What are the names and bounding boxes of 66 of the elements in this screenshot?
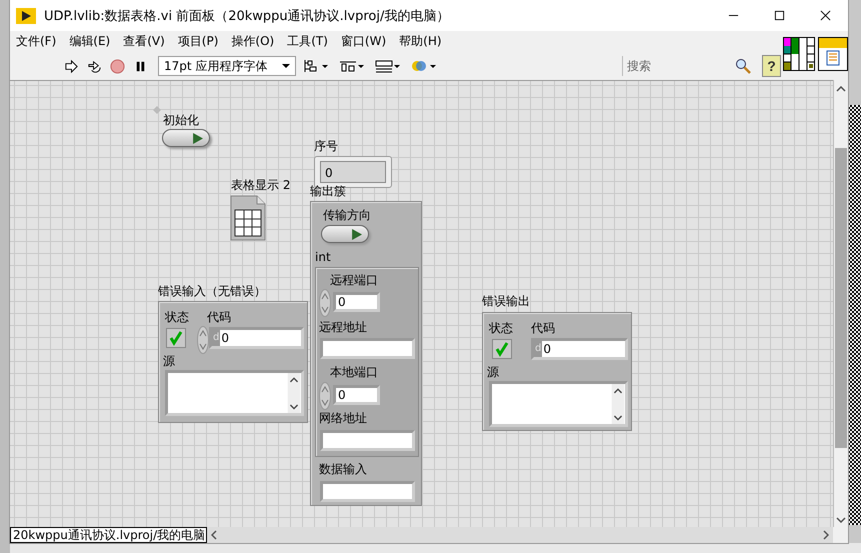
scroll-up-icon[interactable] [836, 86, 846, 92]
menu-item[interactable]: 工具(T) [287, 33, 328, 50]
menu-item[interactable]: 帮助(H) [399, 33, 442, 50]
app-icon [16, 8, 36, 24]
close-icon[interactable] [820, 10, 831, 21]
control-label: 状态 [489, 321, 513, 335]
status-checkbox[interactable] [166, 328, 186, 348]
increment-decrement-icon[interactable] [319, 289, 331, 317]
control-label: 传输方向 [323, 208, 371, 222]
scrollbar-arrows-icon [611, 384, 625, 424]
increment-decrement-icon[interactable] [197, 326, 209, 354]
connector-pane-icon [783, 37, 815, 71]
control-label: 远程端口 [330, 273, 378, 287]
help-button[interactable]: ? [762, 55, 781, 77]
toggle-switch[interactable] [321, 225, 369, 243]
menu-item[interactable]: 项目(P) [178, 33, 218, 50]
control-label: 本地端口 [330, 365, 378, 379]
menu-item[interactable]: 编辑(E) [69, 33, 110, 50]
indicator-label: 表格显示 2 [231, 178, 290, 192]
table-icon [230, 195, 266, 241]
run-continuously-icon[interactable] [87, 58, 102, 74]
indicator-label: 序号 [314, 139, 338, 153]
caret-icon [282, 64, 290, 68]
scroll-right-icon[interactable] [823, 530, 829, 540]
status-checkbox[interactable] [492, 339, 512, 359]
source-text-area[interactable] [165, 370, 304, 416]
search-icon[interactable] [735, 58, 751, 74]
menu-item[interactable]: 文件(F) [16, 33, 56, 50]
string-field[interactable] [320, 481, 415, 502]
scroll-down-icon[interactable] [836, 517, 846, 523]
numeric-field[interactable]: 0 [333, 292, 380, 312]
scrollbar-arrows-icon [287, 373, 301, 413]
control-label: 源 [163, 354, 175, 368]
control-label: 源 [487, 365, 499, 379]
maximize-icon[interactable] [774, 10, 785, 21]
numeric-field[interactable]: d 0 [531, 338, 628, 360]
control-label: 代码 [207, 310, 231, 324]
cluster-label: 错误输出 [482, 294, 530, 308]
control-label: 远程地址 [319, 320, 367, 334]
toggle-switch[interactable] [162, 129, 210, 147]
menu-item[interactable]: 操作(O) [231, 33, 274, 50]
origin-marker-icon [153, 106, 161, 114]
string-field[interactable] [320, 430, 415, 451]
source-text-area[interactable] [489, 381, 628, 427]
window-title: UDP.lvlib:数据表格.vi 前面板（20kwppu通讯协议.lvproj/我的电脑） [44, 8, 450, 24]
horizontal-scrollbar[interactable] [207, 527, 833, 543]
stop-icon[interactable] [110, 58, 125, 74]
search-field[interactable]: 搜索 [623, 58, 729, 74]
control-label: 代码 [531, 321, 555, 335]
run-arrow-icon[interactable] [64, 58, 79, 74]
string-field[interactable] [320, 338, 415, 359]
menu-item[interactable]: 查看(V) [123, 33, 165, 50]
numeric-field[interactable]: d 0 [209, 327, 304, 349]
control-label: 初始化 [163, 113, 199, 127]
control-label: 数据输入 [319, 462, 367, 476]
project-path-tooltip: 20kwppu通讯协议.lvproj/我的电脑 [10, 527, 208, 543]
vi-icon [818, 37, 848, 71]
cluster-label: int [315, 250, 331, 264]
control-label: 网络地址 [319, 411, 367, 425]
increment-decrement-icon[interactable] [319, 382, 331, 410]
cluster-label: 错误输入（无错误） [158, 284, 266, 298]
control-label: 状态 [165, 310, 189, 324]
font-dropdown[interactable]: 17pt 应用程序字体 [158, 56, 296, 76]
numeric-field[interactable]: 0 [333, 385, 380, 405]
menu-item[interactable]: 窗口(W) [340, 33, 386, 50]
scroll-left-icon[interactable] [211, 530, 218, 540]
